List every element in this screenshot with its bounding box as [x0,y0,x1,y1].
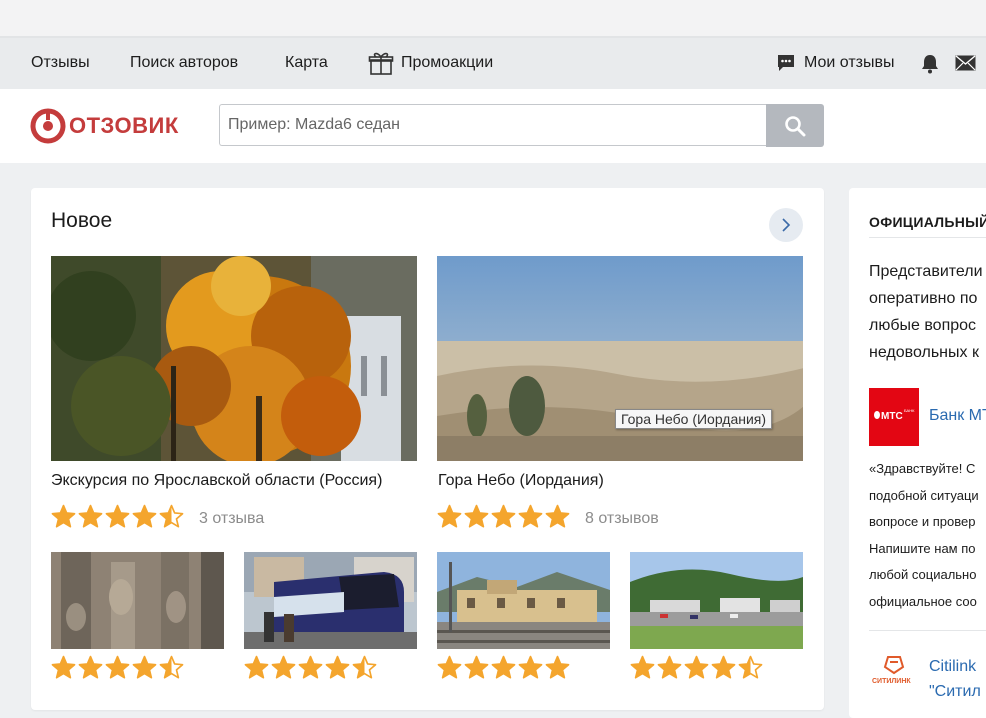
brand2-line: Citilink [929,658,977,675]
star-half-icon [738,655,763,679]
site-header: ОТЗОВИК [0,89,986,163]
logo-text: ОТЗОВИК [69,113,179,138]
star-full-icon [491,504,516,528]
star-full-icon [78,504,103,528]
star-full-icon [51,655,76,679]
search-input[interactable] [219,104,766,146]
gift-icon [368,50,394,81]
bell-icon[interactable] [920,53,940,79]
rating-stars-thumb-2 [244,655,377,680]
search-icon [785,115,806,136]
quote-line: Напишите нам по [869,540,976,556]
featured-title-nebo[interactable]: Гора Небо (Иордания) [438,472,604,490]
featured-image-nebo[interactable] [437,256,803,461]
section-title: Новое [51,209,113,232]
mts-logo-lettering: МТС [881,411,903,422]
thumb-image-station[interactable] [437,552,610,649]
quote-line: любой социально [869,567,977,582]
nav-reviews-link[interactable]: Отзывы [31,54,90,72]
star-full-icon [711,655,736,679]
star-full-icon [132,504,157,528]
star-full-icon [298,655,323,679]
site-logo[interactable]: ОТЗОВИК [30,106,179,146]
browser-top-strip [0,0,986,38]
intro-line: Представители [869,263,983,280]
brand2-line: "Ситил [929,683,981,700]
featured-image-yaroslavl[interactable] [51,256,417,461]
star-full-icon [464,655,489,679]
star-full-icon [325,655,350,679]
star-half-icon [352,655,377,679]
star-full-icon [545,504,570,528]
intro-line: недовольных к [869,344,979,361]
citilink-logo[interactable]: СИТИЛИНК [869,653,919,693]
star-full-icon [684,655,709,679]
image-tooltip: Гора Небо (Иордания) [615,409,773,429]
chat-icon [776,53,796,78]
quote-line: вопросе и провер [869,514,976,529]
star-full-icon [464,504,489,528]
rating-stars-thumb-4 [630,655,763,680]
quote-line: подобной ситуаци [869,487,979,503]
search-button[interactable] [766,104,824,147]
rating-stars-nebo [437,504,570,529]
star-half-icon [159,504,184,528]
nav-map-link[interactable]: Карта [285,54,328,72]
star-full-icon [437,504,462,528]
nav-my-reviews-link[interactable]: Мои отзывы [804,54,895,72]
top-navigation: Отзывы Поиск авторов Карта Промоакции Мо… [0,38,986,89]
logo-mark-icon [30,108,66,144]
intro-line: любые вопрос [869,317,977,334]
star-full-icon [518,655,543,679]
official-reps-card: ОФИЦИАЛЬНЫЙ Представители оперативно по … [849,188,986,718]
star-full-icon [105,655,130,679]
review-count-nebo[interactable]: 8 отзывов [585,510,659,528]
chevron-right-icon [782,218,791,232]
thumb-image-sagrada[interactable] [51,552,224,649]
star-full-icon [545,655,570,679]
new-reviews-card: Новое Экскурсия по Ярославской области (… [31,188,824,710]
brand-name-citilink[interactable]: Citilink "Ситил [929,654,981,704]
star-full-icon [78,655,103,679]
star-full-icon [105,504,130,528]
quote-line: «Здравствуйте! С [869,461,976,476]
star-full-icon [630,655,655,679]
svg-text:БАНК: БАНК [904,408,915,413]
star-full-icon [132,655,157,679]
star-full-icon [244,655,269,679]
rating-stars-thumb-1 [51,655,184,680]
star-full-icon [657,655,682,679]
review-count-yaroslavl[interactable]: 3 отзыва [199,510,264,528]
star-full-icon [491,655,516,679]
brand-name-mts[interactable]: Банк МТ [929,407,986,425]
mail-icon[interactable] [955,55,976,76]
side-heading: ОФИЦИАЛЬНЫЙ [869,214,986,230]
nav-promos-link[interactable]: Промоакции [401,54,493,72]
next-arrow-button[interactable] [769,208,803,242]
divider [869,630,986,631]
rating-stars-thumb-3 [437,655,570,680]
brand-quote: «Здравствуйте! С подобной ситуаци вопрос… [869,456,979,615]
mts-bank-logo[interactable]: МТС БАНК [869,388,919,446]
star-full-icon [518,504,543,528]
star-full-icon [437,655,462,679]
intro-line: оперативно по [869,290,978,307]
thumb-image-bus[interactable] [244,552,417,649]
quote-line: официальное соо [869,593,977,609]
rating-stars-yaroslavl [51,504,184,529]
citilink-logo-lettering: СИТИЛИНК [872,678,911,685]
thumb-image-parking[interactable] [630,552,803,649]
star-half-icon [159,655,184,679]
divider [869,237,986,238]
featured-title-yaroslavl[interactable]: Экскурсия по Ярославской области (Россия… [51,472,382,490]
nav-authors-link[interactable]: Поиск авторов [130,54,238,72]
star-full-icon [271,655,296,679]
star-full-icon [51,504,76,528]
side-intro-text: Представители оперативно по любые вопрос… [869,258,983,366]
